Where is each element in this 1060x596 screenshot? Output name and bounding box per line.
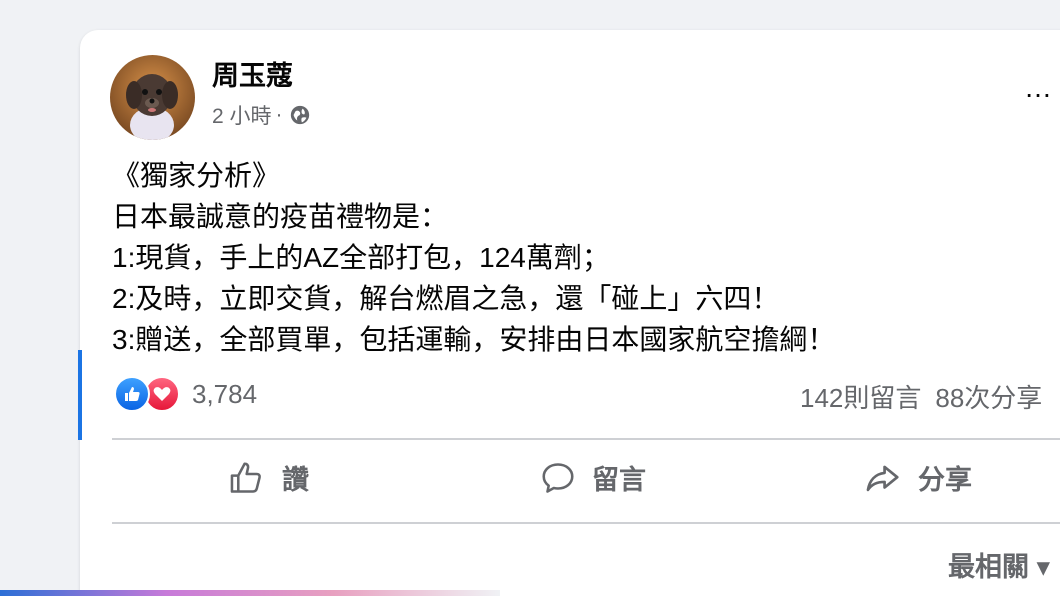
comment-label: 留言 [592, 465, 646, 495]
divider [112, 522, 1060, 524]
reaction-count: 3,784 [192, 378, 258, 409]
meta-dot: · [275, 103, 283, 126]
divider [112, 438, 1060, 440]
reactions-summary[interactable]: 3,784 [114, 376, 257, 412]
like-label: 讚 [282, 465, 309, 495]
author-name[interactable]: 周玉蔻 [212, 54, 293, 93]
chevron-down-icon: ▾ [1036, 552, 1051, 582]
left-accent-bar [78, 350, 82, 440]
post-time[interactable]: 2 小時 [212, 100, 272, 130]
post-line: 1:現貨，手上的AZ全部打包，124萬劑； [112, 242, 610, 273]
globe-icon[interactable] [289, 104, 311, 126]
like-icon [114, 376, 150, 412]
post-line: 2:及時，立即交貨，解台燃眉之急，還「碰上」六四！ [112, 283, 780, 314]
comment-sort-dropdown[interactable]: 最相關 ▾ [948, 545, 1050, 584]
post-meta: 2 小時 · [212, 100, 311, 130]
post-stats: 142則留言 88次分享 [800, 378, 1056, 415]
comment-button[interactable]: 留言 [540, 458, 646, 497]
avatar-dog-image [110, 55, 195, 140]
post-line: 3:贈送，全部買單，包括運輸，安排由日本國家航空擔綱！ [112, 324, 836, 355]
share-icon [866, 465, 899, 491]
share-count[interactable]: 88次分享 [935, 383, 1042, 413]
like-button[interactable]: 讚 [228, 458, 309, 497]
more-options-icon[interactable]: … [1024, 74, 1053, 102]
page: 周玉蔻 2 小時 · … 《獨家分析》 日本最誠意的疫苗禮物是： 1:現貨，手上… [0, 0, 1060, 596]
share-button[interactable]: 分享 [864, 458, 972, 497]
sort-label: 最相關 [948, 552, 1029, 582]
post-line: 日本最誠意的疫苗禮物是： [112, 201, 449, 232]
post-line: 《獨家分析》 [112, 160, 281, 191]
comment-icon [542, 462, 574, 493]
comment-count[interactable]: 142則留言 [800, 383, 921, 413]
post-body: 《獨家分析》 日本最誠意的疫苗禮物是： 1:現貨，手上的AZ全部打包，124萬劑… [112, 155, 835, 360]
avatar[interactable] [110, 55, 195, 140]
thumbs-up-icon [230, 461, 261, 493]
window-bottom-edge [0, 590, 500, 596]
share-label: 分享 [918, 465, 972, 495]
